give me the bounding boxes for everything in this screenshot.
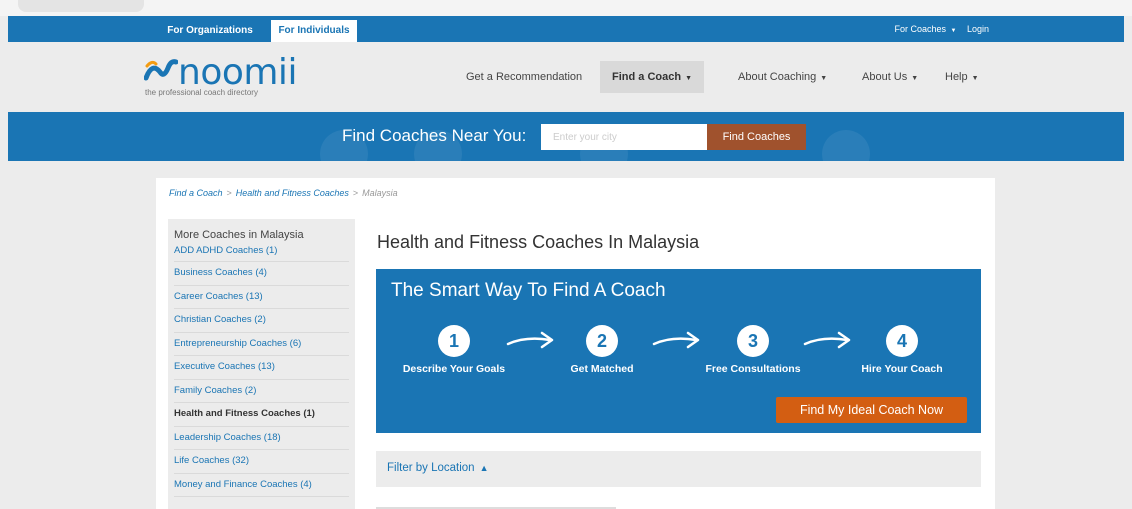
content-card: Find a Coach > Health and Fitness Coaches >… [156,178,995,509]
chevron-down-icon: ▼ [971,75,979,82]
for-coaches-link[interactable]: For Coaches ▼ [894,24,956,34]
sidebar-item-entrepreneurship[interactable]: Entrepreneurship Coaches (6) [174,333,349,356]
nav-find-a-coach[interactable]: Find a Coach ▼ [600,61,704,93]
sidebar-item-health-fitness[interactable]: Health and Fitness Coaches (1) [174,403,349,427]
tab-for-individuals[interactable]: For Individuals [271,20,357,42]
tab-for-organizations[interactable]: For Organizations [158,20,262,42]
find-ideal-coach-button[interactable]: Find My Ideal Coach Now [776,397,967,423]
sidebar-item-life[interactable]: Life Coaches (32) [174,450,349,474]
login-link[interactable]: Login [967,24,989,34]
sidebar-item-add-adhd[interactable]: ADD ADHD Coaches (1) [174,242,349,262]
find-coaches-button[interactable]: Find Coaches [707,124,806,150]
site-header: noomii the professional coach directory … [8,42,1124,112]
nav-help[interactable]: Help ▼ [945,61,979,93]
step-number: 2 [586,325,618,357]
smart-way-panel: The Smart Way To Find A Coach 1 Describe… [376,269,981,433]
city-search-input[interactable] [541,124,707,150]
breadcrumb-current: Malaysia [362,188,398,198]
sidebar-item-money-finance[interactable]: Money and Finance Coaches (4) [174,474,349,497]
sidebar-item-family[interactable]: Family Coaches (2) [174,380,349,403]
sidebar-item-business[interactable]: Business Coaches (4) [174,262,349,286]
noomii-logo[interactable]: noomii [144,52,297,93]
sidebar: More Coaches in Malaysia ADD ADHD Coache… [168,219,355,509]
chevron-down-icon: ▼ [950,28,957,34]
sidebar-title: More Coaches in Malaysia [174,229,304,241]
for-coaches-label: For Coaches [894,24,946,34]
sidebar-item-leadership[interactable]: Leadership Coaches (18) [174,427,349,450]
nav-about-us-label: About Us [862,71,908,83]
step-label: Hire Your Coach [861,363,943,375]
breadcrumb: Find a Coach > Health and Fitness Coaches >… [169,188,398,198]
logo-tagline: the professional coach directory [145,88,258,97]
chevron-down-icon: ▼ [911,75,919,82]
smart-way-title: The Smart Way To Find A Coach [391,280,666,301]
nav-help-label: Help [945,71,968,83]
sidebar-item-christian[interactable]: Christian Coaches (2) [174,309,349,333]
breadcrumb-health-fitness[interactable]: Health and Fitness Coaches [236,188,349,198]
step-label: Get Matched [570,363,634,375]
nav-about-coaching[interactable]: About Coaching ▼ [738,61,827,93]
browser-tab[interactable] [18,0,144,12]
top-bar: For Organizations For Individuals For Co… [8,16,1124,42]
chevron-down-icon: ▼ [685,75,692,82]
sidebar-item-executive[interactable]: Executive Coaches (13) [174,356,349,380]
filter-toggle[interactable]: Filter by Location ▲ [387,462,489,474]
step-label: Free Consultations [705,363,801,375]
breadcrumb-find-a-coach[interactable]: Find a Coach [169,188,223,198]
page-title: Health and Fitness Coaches In Malaysia [377,232,700,252]
nav-about-us[interactable]: About Us ▼ [862,61,918,93]
filter-by-location[interactable]: Filter by Location ▲ [376,451,981,487]
nav-get-recommendation[interactable]: Get a Recommendation [466,61,582,93]
logo-wordmark: noomii [178,52,297,93]
step-number: 3 [737,325,769,357]
sidebar-item-career[interactable]: Career Coaches (13) [174,286,349,309]
cut-off-text [376,504,626,509]
filter-label: Filter by Location [387,462,475,474]
nav-find-a-coach-label: Find a Coach [612,71,682,83]
chevron-down-icon: ▼ [820,75,828,82]
step-number: 1 [438,325,470,357]
decorative-circle [822,130,870,161]
find-coaches-label: Find Coaches Near You: [342,126,527,145]
top-bar-links: For Coaches ▼ Login [886,16,989,42]
logo-swoosh-icon [144,59,178,81]
step-number: 4 [886,325,918,357]
browser-chrome [0,0,1132,16]
step-4: 4 Hire Your Coach [827,325,977,375]
sidebar-list: ADD ADHD Coaches (1) Business Coaches (4… [174,242,349,497]
find-coaches-banner: Find Coaches Near You: Find Coaches [8,112,1124,161]
step-label: Describe Your Goals [402,363,506,375]
breadcrumb-separator: > [352,188,359,198]
caret-up-icon: ▲ [479,463,489,473]
breadcrumb-separator: > [226,188,232,198]
nav-about-coaching-label: About Coaching [738,71,817,83]
